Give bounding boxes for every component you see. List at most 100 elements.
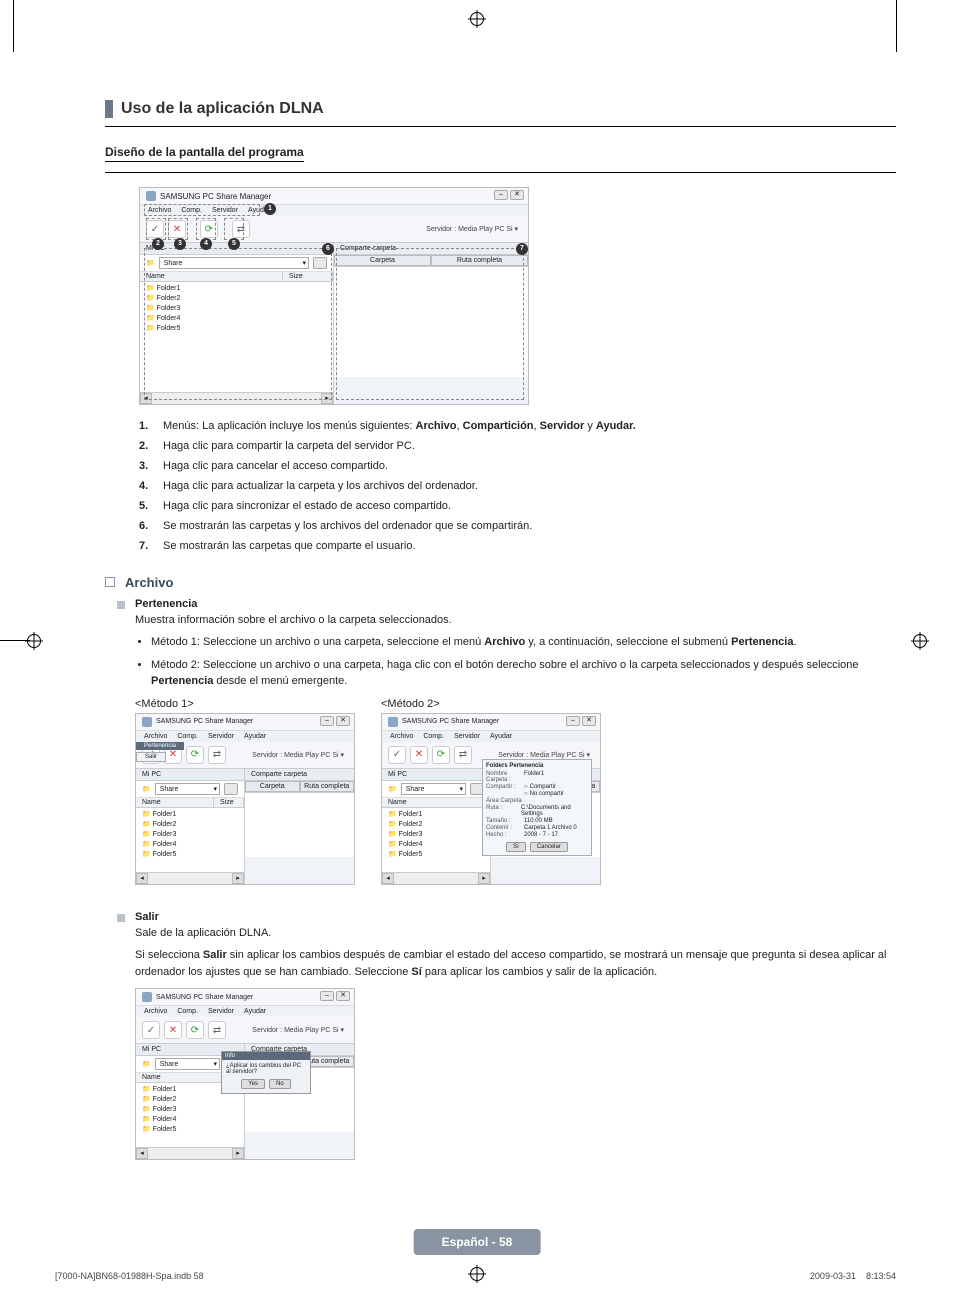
unshare-icon[interactable]: ✕: [164, 1021, 182, 1039]
list-item[interactable]: Folder5: [388, 850, 484, 860]
up-folder-button[interactable]: [313, 257, 327, 269]
list-item[interactable]: Folder4: [146, 314, 327, 324]
scroll-track[interactable]: [152, 393, 321, 404]
menu-servidor[interactable]: Servidor: [212, 207, 238, 214]
close-button[interactable]: ✕: [510, 190, 524, 200]
list-item[interactable]: Folder3: [388, 830, 484, 840]
share-area[interactable]: [245, 793, 354, 857]
col-carpeta[interactable]: Carpeta: [245, 781, 300, 792]
minimize-button[interactable]: –: [494, 190, 508, 200]
path-combo[interactable]: Share: [155, 783, 220, 795]
menu-archivo[interactable]: Archivo: [390, 733, 413, 740]
list-item[interactable]: Folder2: [146, 294, 327, 304]
menu-servidor[interactable]: Servidor: [208, 1008, 234, 1015]
list-item[interactable]: Folder2: [388, 820, 484, 830]
refresh-icon[interactable]: ⟳: [200, 220, 218, 238]
app-window-method1: SAMSUNG PC Share Manager –✕ Archivo Comp…: [135, 713, 355, 885]
callout-3: 3: [174, 238, 186, 250]
sync-icon[interactable]: ⇄: [208, 1021, 226, 1039]
file-list[interactable]: Folder1 Folder2 Folder3 Folder4 Folder5: [140, 282, 333, 392]
menu-ayudar[interactable]: Ayudar: [244, 1008, 266, 1015]
list-item[interactable]: Folder1: [388, 810, 484, 820]
cancel-button[interactable]: Cancelar: [530, 842, 568, 852]
list-item[interactable]: Folder1: [146, 284, 327, 294]
yes-button[interactable]: Yes: [241, 1079, 265, 1089]
menu-comp[interactable]: Comp.: [177, 1008, 198, 1015]
sync-icon[interactable]: ⇄: [232, 220, 250, 238]
menu-dropdown-item[interactable]: Salir: [136, 752, 166, 762]
refresh-icon[interactable]: ⟳: [432, 746, 450, 764]
file-list[interactable]: Folder1 Folder2 Folder3 Folder4 Folder5: [382, 808, 490, 872]
server-label[interactable]: Servidor : Media Play PC Si ▾: [426, 225, 522, 233]
sync-icon[interactable]: ⇄: [454, 746, 472, 764]
minimize-button[interactable]: –: [566, 716, 580, 726]
server-label[interactable]: Servidor : Media Play PC Si ▾: [498, 751, 594, 759]
list-item[interactable]: Folder5: [146, 324, 327, 334]
up-folder-button[interactable]: [224, 783, 238, 795]
ok-button[interactable]: Sí: [506, 842, 526, 852]
menu-comp[interactable]: Comp.: [181, 207, 202, 214]
list-item[interactable]: Folder3: [142, 830, 238, 840]
menu-archivo[interactable]: Archivo: [144, 1008, 167, 1015]
no-button[interactable]: No: [269, 1079, 291, 1089]
scrollbar[interactable]: ◂ ▸: [140, 392, 333, 404]
close-button[interactable]: ✕: [582, 716, 596, 726]
list-item[interactable]: Folder4: [142, 840, 238, 850]
radio-option[interactable]: No compartir: [530, 791, 564, 797]
list-item[interactable]: Folder2: [142, 1095, 238, 1105]
list-item[interactable]: Folder5: [142, 850, 238, 860]
share-icon[interactable]: ✓: [146, 220, 164, 238]
server-label[interactable]: Servidor : Media Play PC Si ▾: [252, 1026, 348, 1034]
menu-archivo[interactable]: Archivo: [144, 733, 167, 740]
minimize-button[interactable]: –: [320, 991, 334, 1001]
server-label[interactable]: Servidor : Media Play PC Si ▾: [252, 751, 348, 759]
sync-icon[interactable]: ⇄: [208, 746, 226, 764]
menu-comp[interactable]: Comp.: [177, 733, 198, 740]
method-thumbnails: <Método 1> SAMSUNG PC Share Manager –✕ A…: [135, 698, 896, 885]
menu-comp[interactable]: Comp.: [423, 733, 444, 740]
col-ruta[interactable]: Ruta completa: [431, 255, 528, 266]
list-item[interactable]: Folder5: [142, 1125, 238, 1135]
list-item[interactable]: Folder2: [142, 820, 238, 830]
scroll-left-icon[interactable]: ◂: [140, 393, 152, 404]
app-titlebar: SAMSUNG PC Share Manager: [140, 188, 528, 205]
list-item[interactable]: Folder4: [142, 1115, 238, 1125]
list-item[interactable]: Folder1: [142, 810, 238, 820]
menu-servidor[interactable]: Servidor: [208, 733, 234, 740]
unshare-icon[interactable]: ✕: [168, 220, 186, 238]
path-combo[interactable]: Share: [159, 257, 309, 269]
prop-label: Contenir :: [486, 825, 522, 831]
path-combo[interactable]: Share: [155, 1058, 220, 1070]
col-name[interactable]: Name: [382, 798, 490, 807]
close-button[interactable]: ✕: [336, 716, 350, 726]
menu-ayudar[interactable]: Ayudar: [490, 733, 512, 740]
list-item[interactable]: Folder4: [388, 840, 484, 850]
col-carpeta[interactable]: Carpeta: [334, 255, 431, 266]
share-area[interactable]: [334, 267, 528, 377]
minimize-button[interactable]: –: [320, 716, 334, 726]
col-size[interactable]: Size: [214, 798, 244, 807]
list-item[interactable]: Folder3: [146, 304, 327, 314]
share-icon[interactable]: ✓: [388, 746, 406, 764]
col-size[interactable]: Size: [283, 272, 333, 281]
prop-label: Hecho :: [486, 832, 522, 838]
callout-7: 7: [516, 243, 528, 255]
col-name[interactable]: Name: [140, 272, 283, 281]
list-item[interactable]: Folder3: [142, 1105, 238, 1115]
app-window-main: SAMSUNG PC Share Manager – ✕ Archivo Com…: [139, 187, 529, 405]
menu-dropdown-item[interactable]: Pertenencia: [136, 742, 184, 750]
col-ruta[interactable]: Ruta completa: [300, 781, 355, 792]
file-list[interactable]: Folder1 Folder2 Folder3 Folder4 Folder5: [136, 808, 244, 872]
close-button[interactable]: ✕: [336, 991, 350, 1001]
path-combo[interactable]: Share: [401, 783, 466, 795]
share-icon[interactable]: ✓: [142, 1021, 160, 1039]
scroll-right-icon[interactable]: ▸: [321, 393, 333, 404]
radio-option[interactable]: Compartir: [530, 784, 556, 790]
menu-servidor[interactable]: Servidor: [454, 733, 480, 740]
col-name[interactable]: Name: [136, 798, 214, 807]
refresh-icon[interactable]: ⟳: [186, 1021, 204, 1039]
unshare-icon[interactable]: ✕: [410, 746, 428, 764]
menu-ayudar[interactable]: Ayudar: [244, 733, 266, 740]
refresh-icon[interactable]: ⟳: [186, 746, 204, 764]
menu-archivo[interactable]: Archivo: [148, 207, 171, 214]
